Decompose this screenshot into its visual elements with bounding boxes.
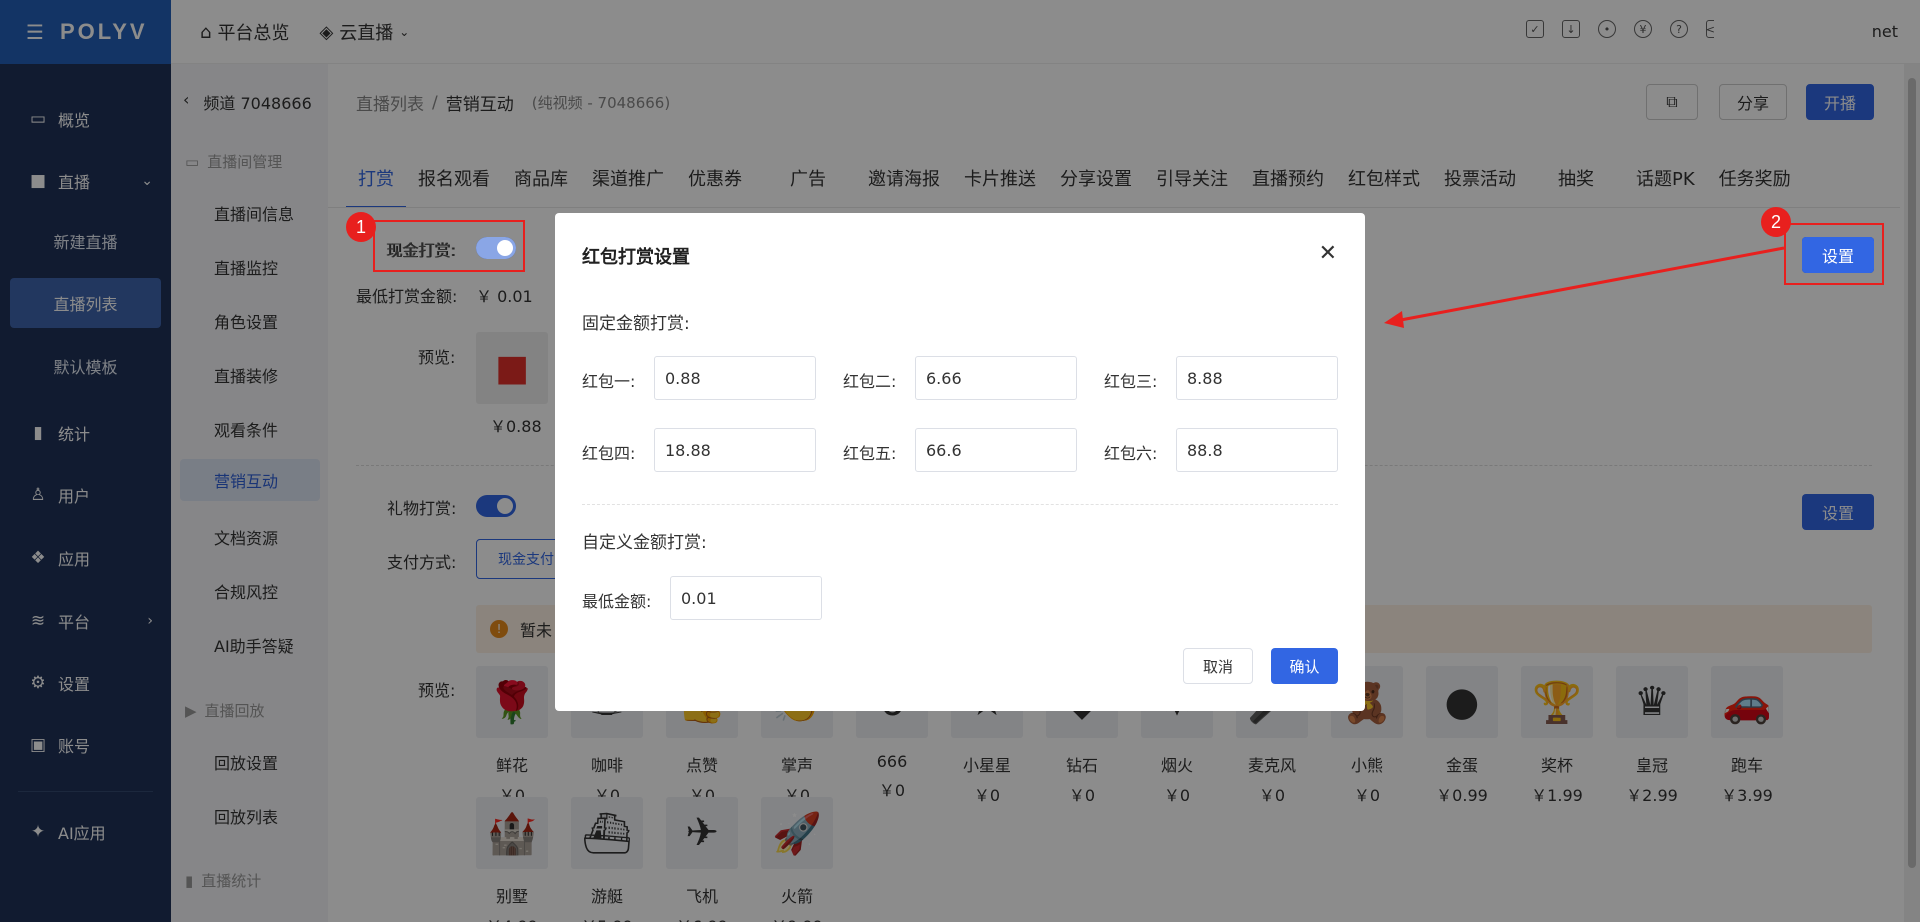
red-packet-settings-modal: 红包打赏设置 ✕ 固定金额打赏: 红包一: 0.88 红包二: 6.66 红包三… <box>555 213 1365 711</box>
min-amount-label: 最低金额: <box>582 592 652 611</box>
arrow-head <box>1384 311 1404 328</box>
red-packet-5-input[interactable]: 66.6 <box>915 428 1077 472</box>
arrow-line <box>1389 246 1785 324</box>
cash-reward-label-highlight: 现金打赏: <box>386 241 456 260</box>
red-packet-6-input[interactable]: 88.8 <box>1176 428 1338 472</box>
close-icon[interactable]: ✕ <box>1319 241 1337 266</box>
red-packet-4-input[interactable]: 18.88 <box>654 428 816 472</box>
modal-separator <box>582 504 1338 505</box>
field-label-4: 红包四: <box>582 444 636 463</box>
field-label-2: 红包二: <box>843 372 897 391</box>
field-label-6: 红包六: <box>1104 444 1158 463</box>
cash-settings-button-highlight[interactable]: 设置 <box>1802 237 1874 273</box>
fixed-amount-title: 固定金额打赏: <box>582 314 690 334</box>
min-amount-input[interactable]: 0.01 <box>670 576 822 620</box>
field-label-1: 红包一: <box>582 372 636 391</box>
field-label-5: 红包五: <box>843 444 897 463</box>
modal-title: 红包打赏设置 <box>582 247 690 268</box>
confirm-button[interactable]: 确认 <box>1271 648 1338 684</box>
cancel-button[interactable]: 取消 <box>1183 648 1253 684</box>
red-packet-3-input[interactable]: 8.88 <box>1176 356 1338 400</box>
red-packet-2-input[interactable]: 6.66 <box>915 356 1077 400</box>
cash-reward-toggle-highlight[interactable] <box>476 237 516 259</box>
red-packet-1-input[interactable]: 0.88 <box>654 356 816 400</box>
field-label-3: 红包三: <box>1104 372 1158 391</box>
custom-amount-title: 自定义金额打赏: <box>582 533 707 553</box>
